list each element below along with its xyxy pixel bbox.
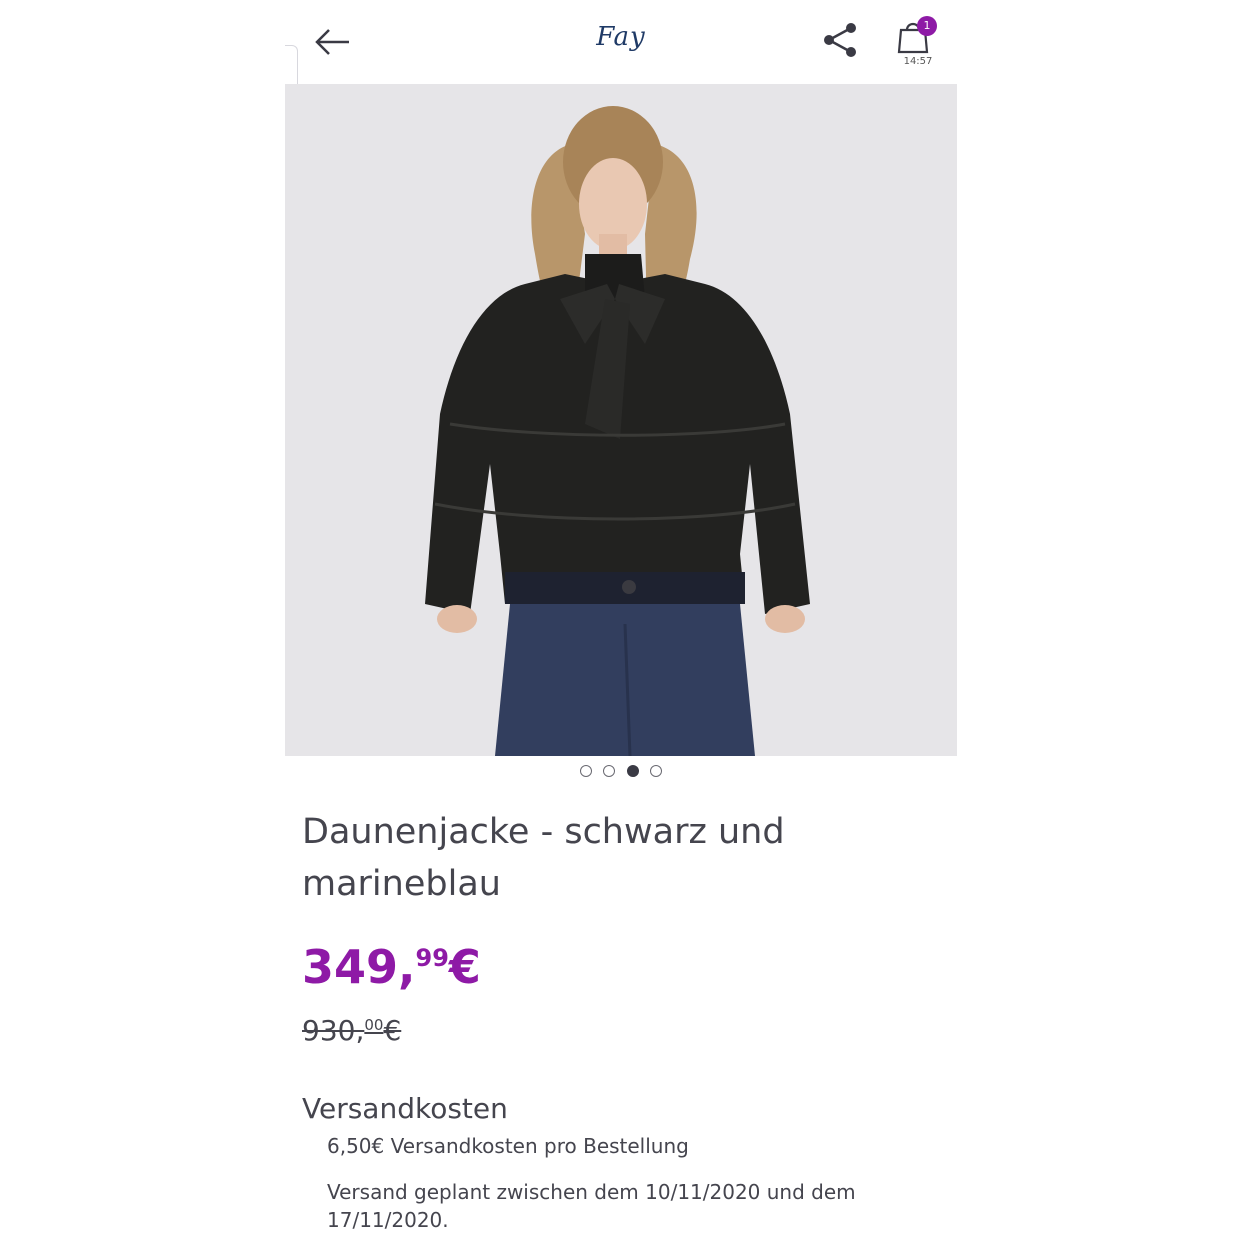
price-main: 349,	[302, 940, 416, 994]
pagination-dot[interactable]	[580, 765, 593, 777]
pagination-dot-active[interactable]	[626, 765, 639, 777]
product-title: Daunenjacke - schwarz und marineblau	[302, 812, 785, 904]
price-cents: 99	[415, 944, 449, 972]
shipping-date: Versand geplant zwischen dem 10/11/2020 …	[327, 1180, 856, 1232]
current-price: 349,99€	[302, 940, 481, 994]
shipping-cost: 6,50€ Versandkosten pro Bestellung	[327, 1134, 689, 1158]
cart-time: 14:57	[903, 56, 933, 67]
old-price-currency: €	[383, 1014, 402, 1047]
image-pagination	[285, 762, 957, 778]
shopping-bag-button[interactable]: 1 14:57	[897, 16, 939, 70]
old-price-main: 930,	[302, 1014, 365, 1047]
product-image[interactable]	[285, 84, 957, 756]
app-header: Fay 1 14:57	[285, 0, 957, 85]
old-price-cents: 00	[364, 1016, 384, 1034]
pagination-dot[interactable]	[649, 765, 662, 777]
original-price: 930,00€	[302, 1014, 401, 1047]
cart-count-badge: 1	[917, 16, 937, 36]
shipping-heading: Versandkosten	[302, 1092, 508, 1125]
share-icon[interactable]	[821, 20, 861, 60]
product-screen: Fay 1 14:57 Daunenjacke - schwarz und ma…	[285, 0, 957, 1242]
pagination-dot[interactable]	[603, 765, 616, 777]
price-currency: €	[448, 940, 481, 994]
